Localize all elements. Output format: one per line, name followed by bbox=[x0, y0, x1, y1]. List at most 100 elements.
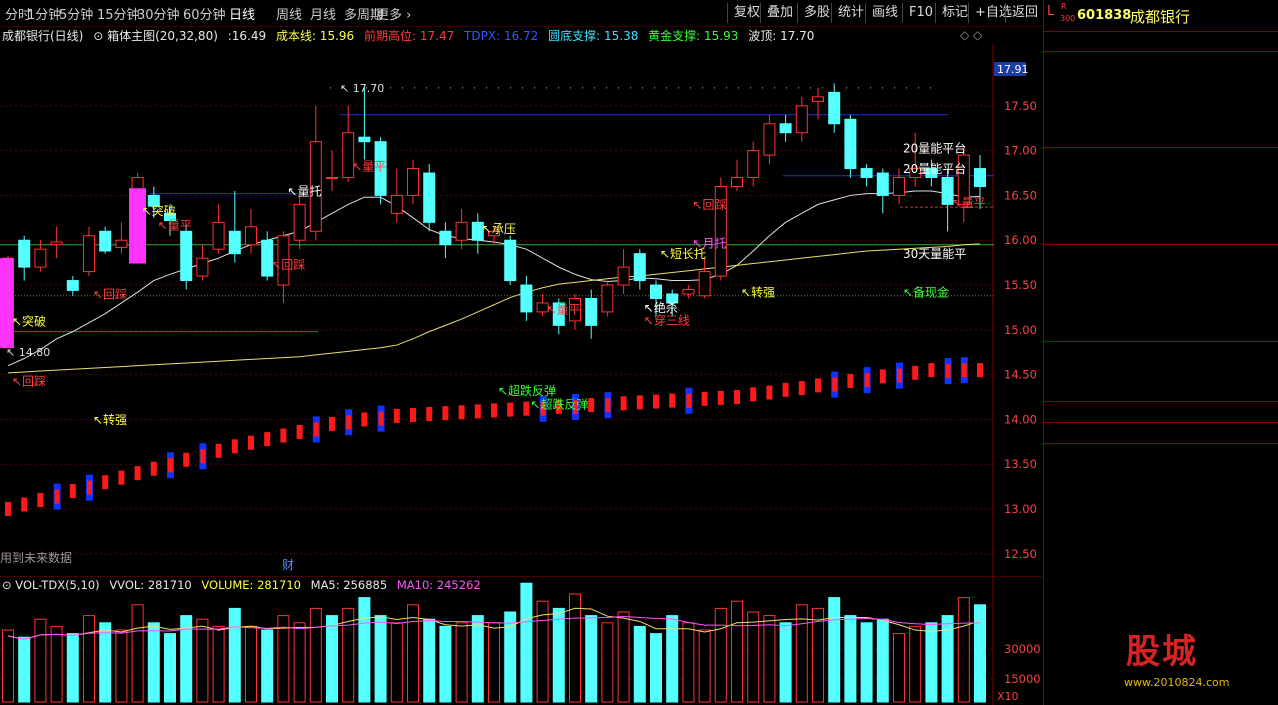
candle-body[interactable] bbox=[520, 284, 533, 313]
volume-bar[interactable] bbox=[50, 625, 63, 703]
candle-body[interactable] bbox=[293, 203, 306, 241]
volume-bar[interactable] bbox=[2, 629, 14, 703]
candle-body[interactable] bbox=[585, 297, 598, 326]
candle-body[interactable] bbox=[358, 136, 371, 143]
candle-body[interactable] bbox=[795, 105, 808, 134]
volume-bar[interactable] bbox=[650, 633, 662, 703]
toolbar-button-5[interactable]: F10 bbox=[902, 3, 939, 23]
volume-bar[interactable] bbox=[34, 618, 47, 703]
candle-body[interactable] bbox=[390, 194, 403, 214]
candle-body[interactable] bbox=[504, 239, 517, 282]
volume-bar[interactable] bbox=[601, 622, 614, 703]
volume-bar[interactable] bbox=[196, 618, 209, 703]
period-tab-2[interactable]: 5分钟 bbox=[59, 4, 93, 23]
period-tab-4[interactable]: 30分钟 bbox=[137, 4, 180, 23]
candle-body[interactable] bbox=[407, 168, 419, 196]
candle-body[interactable] bbox=[633, 253, 646, 282]
candle-body[interactable] bbox=[99, 230, 112, 252]
candle-body[interactable] bbox=[66, 280, 79, 291]
candle-body[interactable] bbox=[650, 284, 662, 299]
period-tab-3[interactable]: 15分钟 bbox=[97, 4, 140, 23]
breakout-candle[interactable] bbox=[129, 188, 146, 264]
period-tab-1[interactable]: 1分钟 bbox=[27, 4, 61, 23]
candle-body[interactable] bbox=[763, 123, 776, 156]
volume-bar[interactable] bbox=[131, 604, 144, 703]
toolbar-button-4[interactable]: 画线 bbox=[865, 3, 904, 23]
candlestick-chart[interactable]: 17.50 17.00 16.50 16.00 15.50 15.00 14.50 14.00… bbox=[0, 44, 1042, 576]
candle-body[interactable] bbox=[212, 221, 225, 250]
candle-body[interactable] bbox=[115, 239, 128, 248]
volume-bar[interactable] bbox=[293, 622, 306, 703]
volume-bar[interactable] bbox=[407, 604, 419, 703]
period-tab-7[interactable]: 周线 bbox=[276, 4, 302, 23]
volume-bar[interactable] bbox=[326, 615, 338, 703]
candle-body[interactable] bbox=[860, 168, 873, 179]
volume-bar[interactable] bbox=[585, 615, 598, 703]
volume-bar[interactable] bbox=[828, 597, 841, 703]
volume-bar[interactable] bbox=[617, 611, 630, 703]
candle-body[interactable] bbox=[617, 266, 630, 286]
candle-body[interactable] bbox=[682, 289, 695, 295]
volume-bar[interactable] bbox=[212, 625, 225, 703]
volume-bar[interactable] bbox=[763, 615, 776, 703]
volume-bar[interactable] bbox=[99, 622, 112, 703]
candle-body[interactable] bbox=[974, 168, 986, 187]
volume-bar[interactable] bbox=[941, 615, 954, 703]
volume-bar[interactable] bbox=[390, 622, 403, 703]
volume-bar[interactable] bbox=[423, 618, 436, 703]
candle-body[interactable] bbox=[196, 257, 209, 277]
indicator-dropdown[interactable]: ⊙ 箱体主图(20,32,80) bbox=[93, 29, 218, 43]
volume-bar[interactable] bbox=[164, 633, 176, 703]
candle-body[interactable] bbox=[423, 172, 436, 223]
volume-bar[interactable] bbox=[66, 633, 79, 703]
candle-body[interactable] bbox=[245, 226, 257, 246]
volume-bar[interactable] bbox=[471, 615, 484, 703]
candle-body[interactable] bbox=[828, 91, 841, 125]
candle-body[interactable] bbox=[83, 235, 95, 273]
candle-body[interactable] bbox=[50, 241, 63, 246]
candle-body[interactable] bbox=[747, 150, 760, 179]
candle-body[interactable] bbox=[698, 271, 711, 297]
candle-body[interactable] bbox=[34, 248, 47, 268]
volume-bar[interactable] bbox=[488, 622, 500, 703]
volume-bar[interactable] bbox=[844, 615, 857, 703]
volume-bar[interactable] bbox=[115, 629, 128, 703]
candle-body[interactable] bbox=[439, 230, 452, 246]
collapse-icon[interactable]: ◇ ◇ bbox=[960, 28, 982, 42]
volume-bar[interactable] bbox=[261, 629, 274, 703]
candle-body[interactable] bbox=[731, 177, 743, 187]
period-tab-6[interactable]: 日线 bbox=[229, 4, 255, 23]
volume-bar[interactable] bbox=[504, 611, 517, 703]
volume-bar[interactable] bbox=[893, 633, 905, 703]
volume-bar[interactable] bbox=[83, 615, 95, 703]
period-tab-10[interactable]: 更多 › bbox=[376, 4, 411, 23]
volume-bar[interactable] bbox=[18, 636, 31, 703]
toolbar-button-1[interactable]: 叠加 bbox=[760, 3, 799, 23]
volume-bar[interactable] bbox=[552, 607, 565, 703]
candle-body[interactable] bbox=[18, 239, 31, 268]
volume-bar[interactable] bbox=[779, 622, 792, 703]
volume-bar[interactable] bbox=[633, 625, 646, 703]
finance-marker-icon[interactable]: 财 bbox=[282, 556, 294, 573]
candle-body[interactable] bbox=[326, 177, 338, 180]
volume-bar[interactable] bbox=[909, 625, 922, 703]
volume-bar[interactable] bbox=[569, 593, 581, 703]
volume-bar[interactable] bbox=[682, 622, 695, 703]
volume-bar[interactable] bbox=[147, 622, 160, 703]
candle-body[interactable] bbox=[812, 96, 824, 102]
volume-bar[interactable] bbox=[974, 604, 986, 703]
volume-bar[interactable] bbox=[455, 622, 468, 703]
volume-bar[interactable] bbox=[520, 582, 533, 703]
breakout-candle[interactable] bbox=[0, 258, 13, 348]
candle-body[interactable] bbox=[893, 177, 905, 196]
volume-bar[interactable] bbox=[358, 597, 371, 703]
volume-bar[interactable] bbox=[228, 607, 241, 703]
volume-bar[interactable] bbox=[860, 622, 873, 703]
candle-body[interactable] bbox=[228, 230, 241, 255]
candle-body[interactable] bbox=[876, 172, 889, 196]
volume-bar[interactable] bbox=[957, 597, 970, 703]
volume-chart[interactable]: 30000 15000 X10 bbox=[0, 576, 1042, 705]
volume-bar[interactable] bbox=[876, 618, 889, 703]
volume-bar[interactable] bbox=[309, 607, 322, 703]
candle-body[interactable] bbox=[601, 284, 614, 313]
